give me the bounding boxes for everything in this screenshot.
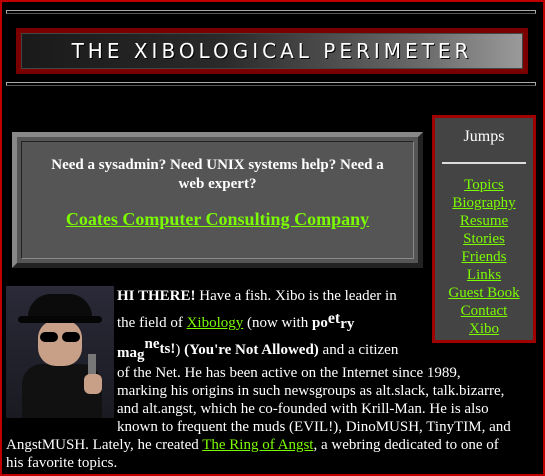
magnet-word-ts: ts! [159, 341, 176, 357]
jumps-divider [442, 162, 526, 164]
magnet-word-ry: ry [340, 316, 355, 332]
nav-link-guest-book[interactable]: Guest Book [435, 284, 533, 302]
intro-text-5: and a citizen [318, 342, 399, 358]
nav-link-topics[interactable]: Topics [435, 176, 533, 194]
banner-plate: THE XIBOLOGICAL PERIMETER [21, 33, 523, 69]
nav-link-contact[interactable]: Contact [435, 302, 533, 320]
intro-line-3: magnets!) (You're Not Allowed) and a cit… [117, 336, 399, 363]
intro-text-4: ) [175, 342, 185, 358]
nav-link-stories[interactable]: Stories [435, 230, 533, 248]
top-divider [6, 10, 536, 14]
ad-inner-bevel: Need a sysadmin? Need UNIX systems help?… [21, 141, 414, 259]
nav-link-friends[interactable]: Friends [435, 248, 533, 266]
portrait-face [38, 320, 82, 366]
portrait-hat-brim [18, 316, 102, 323]
banner-divider [6, 82, 536, 86]
intro-text-3: (now with [243, 315, 312, 331]
ad-text: Need a sysadmin? Need UNIX systems help?… [51, 157, 384, 192]
intro-line-6: marking his origins in such newsgroups a… [117, 383, 505, 399]
nav-link-xibo[interactable]: Xibo [435, 320, 533, 338]
magnet-word-ma: ma [117, 345, 137, 361]
nav-link-links[interactable]: Links [435, 266, 533, 284]
intro-line-8: known to frequent the muds (EVIL!), Dino… [117, 419, 511, 435]
portrait-sunglasses [38, 332, 82, 342]
intro-line-2: the field of Xibology (now with poetry [117, 310, 355, 332]
xibo-portrait-image [6, 286, 114, 418]
intro-text-1: Have a fish. Xibo is the leader in [195, 288, 397, 304]
consulting-ad-box: Need a sysadmin? Need UNIX systems help?… [12, 132, 423, 268]
magnet-word-ne: ne [144, 336, 160, 352]
consulting-company-link[interactable]: Coates Computer Consulting Company [66, 209, 369, 230]
jumps-title: Jumps [463, 128, 505, 145]
intro-text-2: the field of [117, 315, 187, 331]
jumps-nav-panel: Jumps Topics Biography Resume Stories Fr… [432, 115, 536, 343]
magnet-word-po: po [311, 315, 328, 331]
intro-text-9a: AngstMUSH. Lately, he created [6, 437, 203, 453]
site-banner: THE XIBOLOGICAL PERIMETER [16, 28, 528, 74]
intro-line-1: HI THERE! Have a fish. Xibo is the leade… [117, 287, 397, 305]
intro-line-10: his favorite topics. [6, 455, 118, 471]
magnet-word-et: et [327, 310, 341, 327]
xibology-link[interactable]: Xibology [187, 315, 244, 331]
intro-text-9b: , a webring dedicated to one of [313, 437, 499, 453]
intro-line-5: of the Net. He has been active on the In… [117, 365, 461, 381]
not-allowed-text: (You're Not Allowed) [184, 342, 319, 358]
ring-of-angst-link[interactable]: The Ring of Angst [202, 437, 313, 453]
intro-line-7: and alt.angst, which he co-founded with … [117, 401, 489, 417]
greeting-text: HI THERE! [117, 288, 196, 304]
nav-link-biography[interactable]: Biography [435, 194, 533, 212]
site-title: THE XIBOLOGICAL PERIMETER [71, 39, 473, 63]
portrait-hand [84, 374, 102, 394]
intro-line-9: AngstMUSH. Lately, he created The Ring o… [6, 436, 499, 454]
magnet-word-g: g [137, 347, 145, 363]
nav-link-resume[interactable]: Resume [435, 212, 533, 230]
